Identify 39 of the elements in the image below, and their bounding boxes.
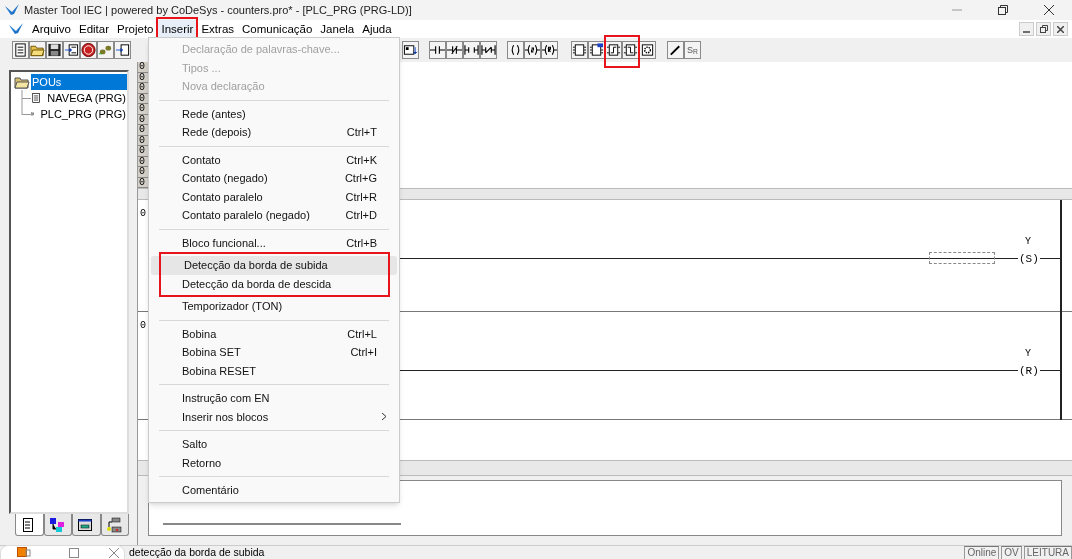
tree-item[interactable]: PLC_PRG (PRG): [39, 106, 127, 122]
network-number: 0: [140, 207, 146, 221]
menu-item[interactable]: Contato Ctrl+K: [149, 150, 399, 169]
menu-item[interactable]: Janela: [316, 20, 359, 38]
status-message: detecção da borda de subida: [129, 544, 265, 559]
tree-item[interactable]: POUs: [31, 74, 127, 90]
menu-item[interactable]: Bobina SET Ctrl+I: [149, 343, 399, 362]
variable-label: Y: [1025, 347, 1031, 361]
tree-item[interactable]: NAVEGA (PRG): [46, 90, 127, 106]
menu-item[interactable]: Detecção da borda de descida: [149, 274, 399, 293]
menu-item[interactable]: Comunicação: [238, 20, 317, 38]
menu-item[interactable]: Retorno: [149, 453, 399, 472]
menu-item[interactable]: Rede (antes): [149, 104, 399, 123]
status-indicator: LEITURA: [1023, 545, 1072, 559]
window-title: Master Tool IEC | powered by CoDeSys - counters.pro* - [PLC_PRG (PRG-LD)]: [24, 2, 412, 18]
menu-item[interactable]: Contato paralelo (negado) Ctrl+D: [149, 206, 399, 225]
menu-item[interactable]: Bobina RESET: [149, 361, 399, 380]
status-indicator: OV: [1001, 545, 1022, 559]
menu-item[interactable]: Temporizador (TON): [149, 297, 399, 316]
menu-item[interactable]: Salto: [149, 435, 399, 454]
menu-item[interactable]: Rede (depois) Ctrl+T: [149, 123, 399, 142]
menu-item[interactable]: Comentário: [149, 481, 399, 500]
menu-item[interactable]: Editar: [75, 20, 114, 38]
menu-item[interactable]: Contato paralelo Ctrl+R: [149, 187, 399, 206]
toolbar-button[interactable]: S$_{R}$: [684, 41, 701, 59]
menu-item[interactable]: Bloco funcional... Ctrl+B: [149, 233, 399, 252]
menu-item[interactable]: Extras: [197, 20, 239, 38]
menu-item[interactable]: Projeto: [113, 20, 158, 38]
menu-item[interactable]: Arquivo: [28, 20, 75, 38]
menu-item[interactable]: Ajuda: [358, 20, 396, 38]
status-indicator: Online: [964, 545, 1000, 559]
menu-item[interactable]: Inserir nos blocos: [149, 407, 399, 426]
menu-item[interactable]: Bobina Ctrl+L: [149, 324, 399, 343]
variable-label: Y: [1025, 235, 1031, 249]
menu-item[interactable]: Instrução com EN: [149, 389, 399, 408]
network-number: 0: [140, 319, 146, 333]
menu-item[interactable]: Contato (negado) Ctrl+G: [149, 169, 399, 188]
menu-item[interactable]: Detecção da borda de subida: [151, 256, 397, 275]
menu-item[interactable]: Inserir: [157, 20, 198, 38]
